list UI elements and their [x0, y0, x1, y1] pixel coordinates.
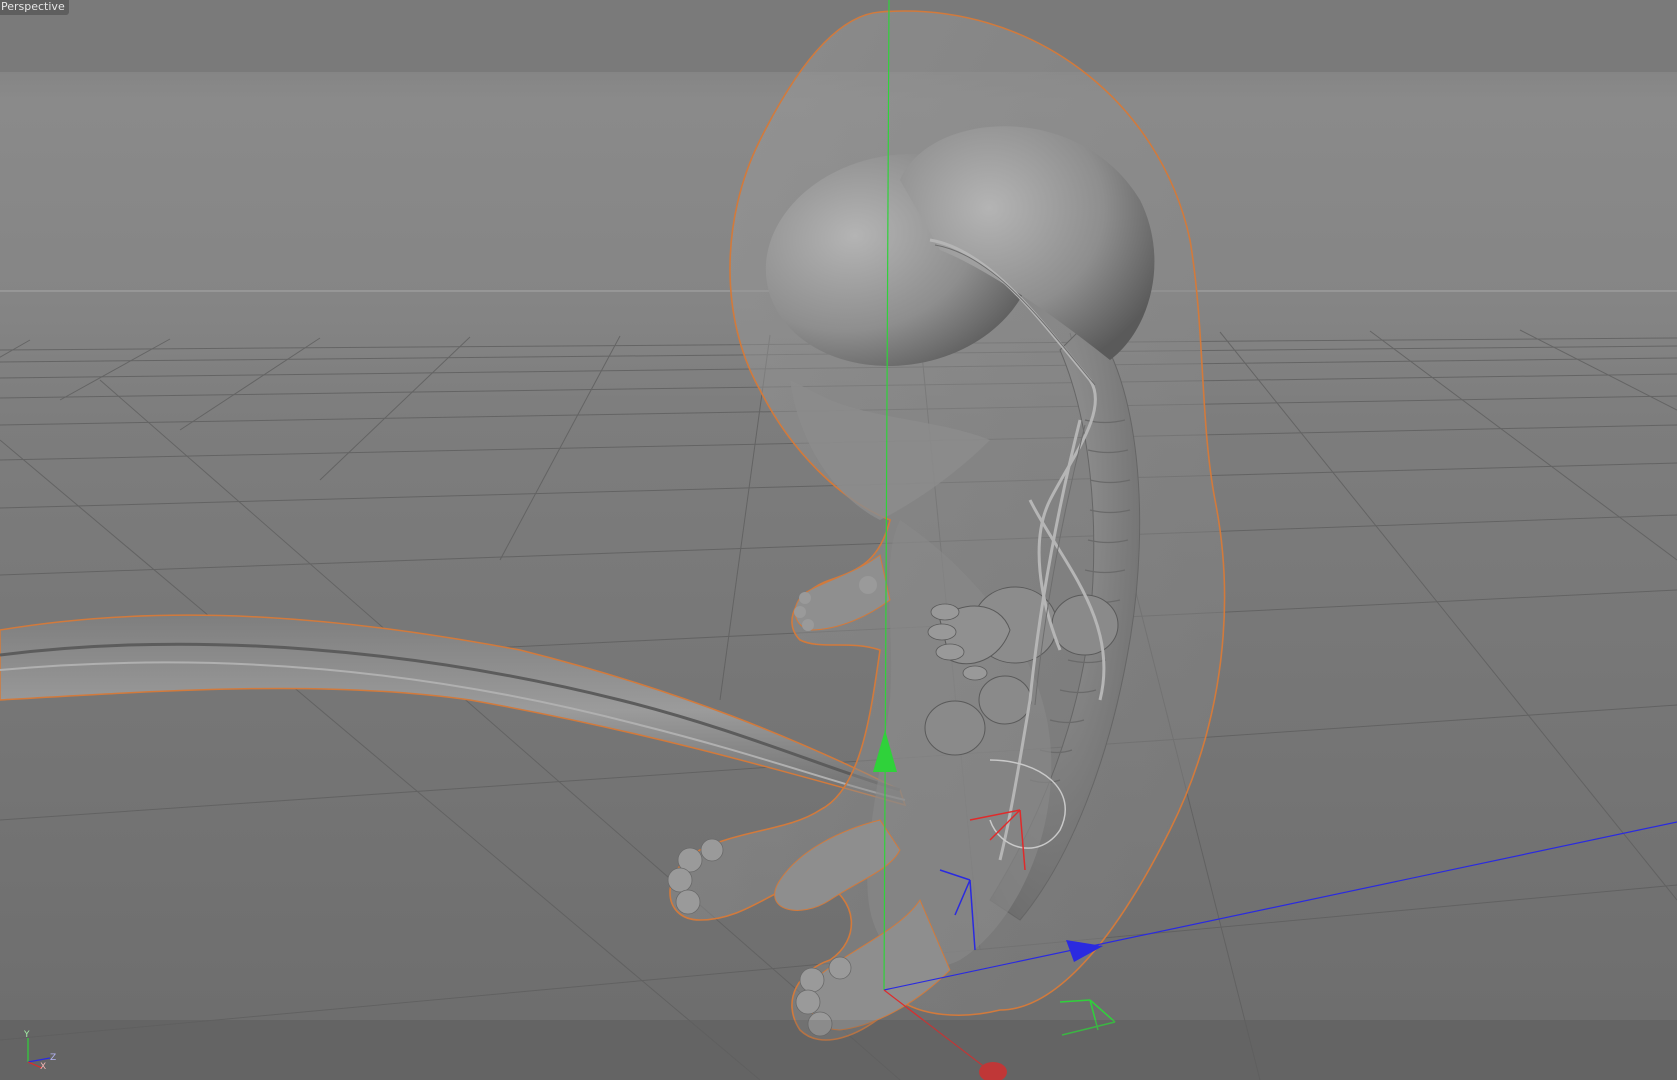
umbilical-cord: [0, 614, 907, 807]
orientation-axes-widget: Y Z X: [23, 1030, 56, 1070]
3d-viewport[interactable]: Perspective Y Z X: [0, 0, 1677, 1080]
orient-y-label: Y: [23, 1030, 30, 1040]
orient-z-label: Z: [50, 1053, 56, 1063]
viewport-bottom-band: [0, 1020, 1677, 1080]
orient-z-line: [27, 1057, 51, 1063]
orient-x-label: X: [40, 1062, 46, 1070]
viewport-title[interactable]: Perspective: [0, 0, 69, 15]
viewport-scene[interactable]: [0, 0, 1677, 1080]
